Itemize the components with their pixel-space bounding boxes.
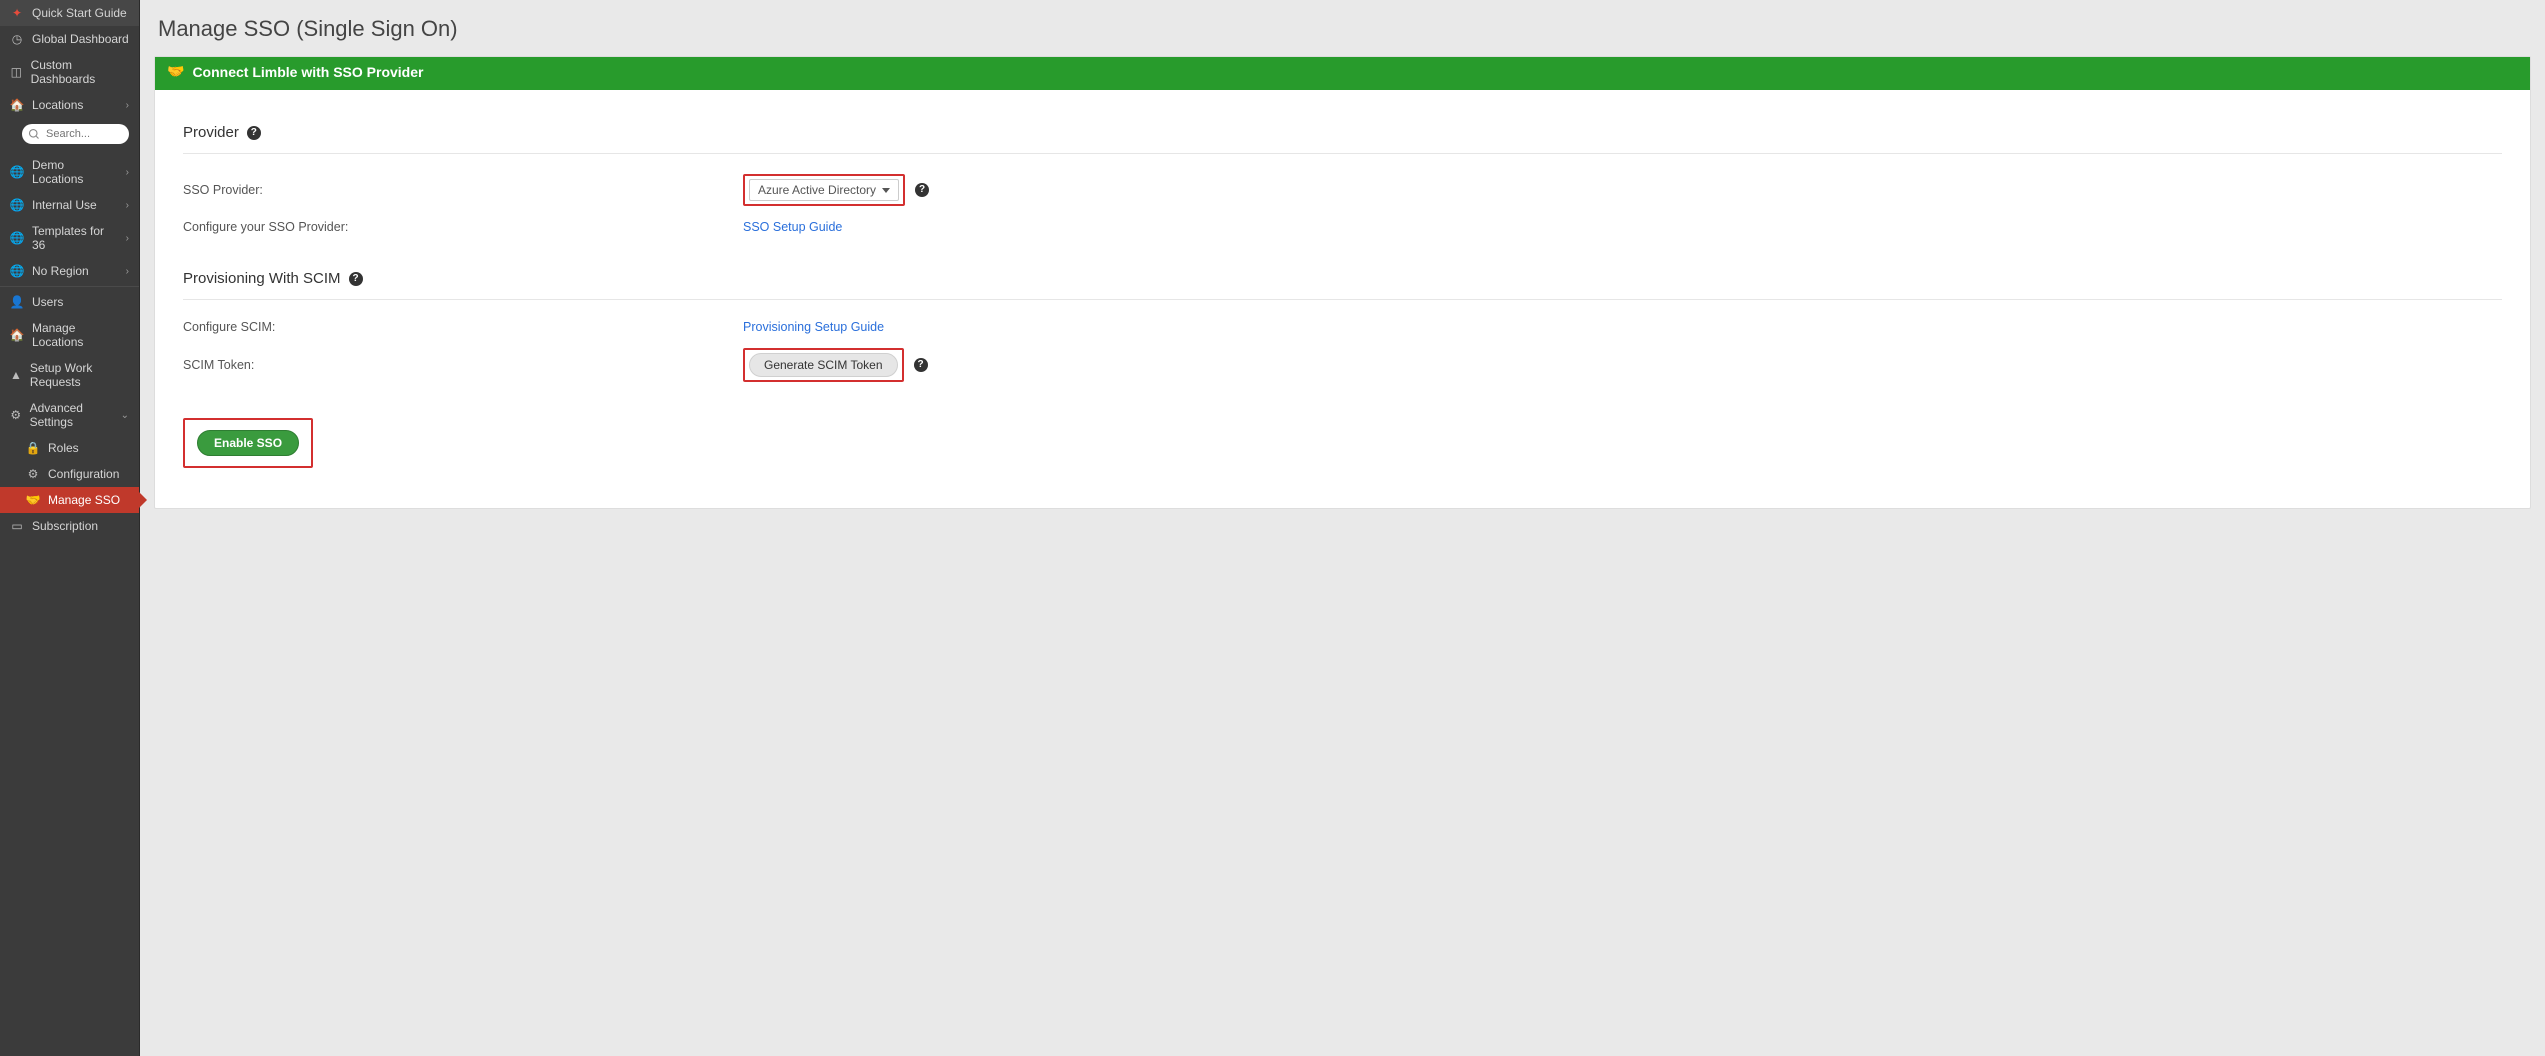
control-sso-provider: Azure Active Directory ? [743,174,929,206]
section-title-scim: Provisioning With SCIM ? [183,270,2502,287]
sidebar-label: Configuration [48,467,119,481]
label-configure-provider: Configure your SSO Provider: [183,220,743,234]
sidebar-item-configuration[interactable]: ⚙ Configuration [0,461,139,487]
section-title-provider: Provider ? [183,124,2502,141]
sidebar-search-wrap [0,118,139,152]
sidebar-item-manage-sso[interactable]: 🤝 Manage SSO [0,487,139,513]
callout-highlight: Azure Active Directory [743,174,905,206]
sidebar-item-internal-use[interactable]: 🌐 Internal Use › [0,192,139,218]
main-content: Manage SSO (Single Sign On) Connect Limb… [140,0,2545,1056]
sidebar-item-no-region[interactable]: 🌐 No Region › [0,258,139,284]
sidebar-item-templates-36[interactable]: 🌐 Templates for 36 › [0,218,139,258]
sidebar-label: Users [32,295,63,309]
help-icon[interactable]: ? [349,272,363,286]
globe-icon: 🌐 [10,264,24,278]
chevron-right-icon: › [126,100,129,111]
app-root: ✦ Quick Start Guide ◷ Global Dashboard ◫… [0,0,2545,1056]
dropdown-value: Azure Active Directory [758,183,876,197]
divider [183,299,2502,300]
gear-icon: ⚙ [26,467,40,481]
home-icon: 🏠 [10,98,24,112]
divider [183,153,2502,154]
dashboards-icon: ◫ [10,65,23,79]
sidebar-item-manage-locations[interactable]: 🏠 Manage Locations [0,315,139,355]
chevron-right-icon: › [126,167,129,178]
label-scim-token: SCIM Token: [183,358,743,372]
callout-highlight: Generate SCIM Token [743,348,904,382]
sidebar-item-setup-work-requests[interactable]: ▲ Setup Work Requests [0,355,139,395]
warning-icon: ▲ [10,368,22,382]
home-icon: 🏠 [10,328,24,342]
enable-sso-button[interactable]: Enable SSO [197,430,299,456]
sidebar-item-locations[interactable]: 🏠 Locations › [0,92,139,118]
sidebar-label: Global Dashboard [32,32,129,46]
row-configure-provider: Configure your SSO Provider: SSO Setup G… [183,220,2502,234]
sidebar-label: Manage SSO [48,493,120,507]
chevron-down-icon [882,188,890,193]
sso-provider-dropdown[interactable]: Azure Active Directory [749,179,899,201]
sidebar-label: Subscription [32,519,98,533]
handshake-icon [167,63,184,80]
callout-highlight: Enable SSO [183,418,313,468]
control-scim-token: Generate SCIM Token ? [743,348,928,382]
sidebar-item-quick-start[interactable]: ✦ Quick Start Guide [0,0,139,26]
globe-icon: 🌐 [10,198,24,212]
panel-header-text: Connect Limble with SSO Provider [192,64,423,80]
sidebar-label: Custom Dashboards [31,58,129,86]
sidebar-label: Internal Use [32,198,97,212]
section-title-text: Provider [183,124,239,141]
gear-icon: ⚙ [10,408,22,422]
chevron-right-icon: › [126,200,129,211]
sidebar-label: Manage Locations [32,321,129,349]
generate-scim-token-button[interactable]: Generate SCIM Token [749,353,898,377]
sidebar-item-global-dashboard[interactable]: ◷ Global Dashboard [0,26,139,52]
panel-header: Connect Limble with SSO Provider [155,57,2530,86]
sso-panel: Connect Limble with SSO Provider Provide… [154,56,2531,509]
help-icon[interactable]: ? [915,183,929,197]
sidebar-item-custom-dashboards[interactable]: ◫ Custom Dashboards [0,52,139,92]
page-title: Manage SSO (Single Sign On) [158,16,2531,42]
sidebar-item-roles[interactable]: 🔒 Roles [0,435,139,461]
sidebar-label: Locations [32,98,83,112]
dashboard-icon: ◷ [10,32,24,46]
section-title-text: Provisioning With SCIM [183,270,341,287]
search-input[interactable] [22,124,129,144]
control-configure-scim: Provisioning Setup Guide [743,320,884,334]
sidebar-item-subscription[interactable]: ▭ Subscription [0,513,139,539]
panel-body: Provider ? SSO Provider: Azure Active Di… [155,86,2530,508]
help-icon[interactable]: ? [914,358,928,372]
sidebar-label: Templates for 36 [32,224,118,252]
link-sso-setup-guide[interactable]: SSO Setup Guide [743,220,842,234]
row-configure-scim: Configure SCIM: Provisioning Setup Guide [183,320,2502,334]
user-icon: 👤 [10,295,24,309]
globe-icon: 🌐 [10,165,24,179]
chevron-down-icon: ⌄ [121,410,129,421]
sidebar-label: Demo Locations [32,158,118,186]
label-sso-provider: SSO Provider: [183,183,743,197]
card-icon: ▭ [10,519,24,533]
sidebar-item-demo-locations[interactable]: 🌐 Demo Locations › [0,152,139,192]
label-configure-scim: Configure SCIM: [183,320,743,334]
lock-icon: 🔒 [26,441,40,455]
sidebar-label: Setup Work Requests [30,361,129,389]
sidebar: ✦ Quick Start Guide ◷ Global Dashboard ◫… [0,0,140,1056]
control-configure-provider: SSO Setup Guide [743,220,842,234]
help-icon[interactable]: ? [247,126,261,140]
row-scim-token: SCIM Token: Generate SCIM Token ? [183,348,2502,382]
row-sso-provider: SSO Provider: Azure Active Directory ? [183,174,2502,206]
row-enable-sso: Enable SSO [183,418,2502,468]
chevron-right-icon: › [126,266,129,277]
sidebar-label: Quick Start Guide [32,6,127,20]
sidebar-label: Roles [48,441,79,455]
sidebar-label: No Region [32,264,89,278]
divider [0,286,139,287]
link-provisioning-guide[interactable]: Provisioning Setup Guide [743,320,884,334]
handshake-icon: 🤝 [26,493,40,507]
globe-icon: 🌐 [10,231,24,245]
sidebar-item-advanced-settings[interactable]: ⚙ Advanced Settings ⌄ [0,395,139,435]
sidebar-label: Advanced Settings [30,401,113,429]
chevron-right-icon: › [126,233,129,244]
rocket-icon: ✦ [10,6,24,20]
sidebar-item-users[interactable]: 👤 Users [0,289,139,315]
